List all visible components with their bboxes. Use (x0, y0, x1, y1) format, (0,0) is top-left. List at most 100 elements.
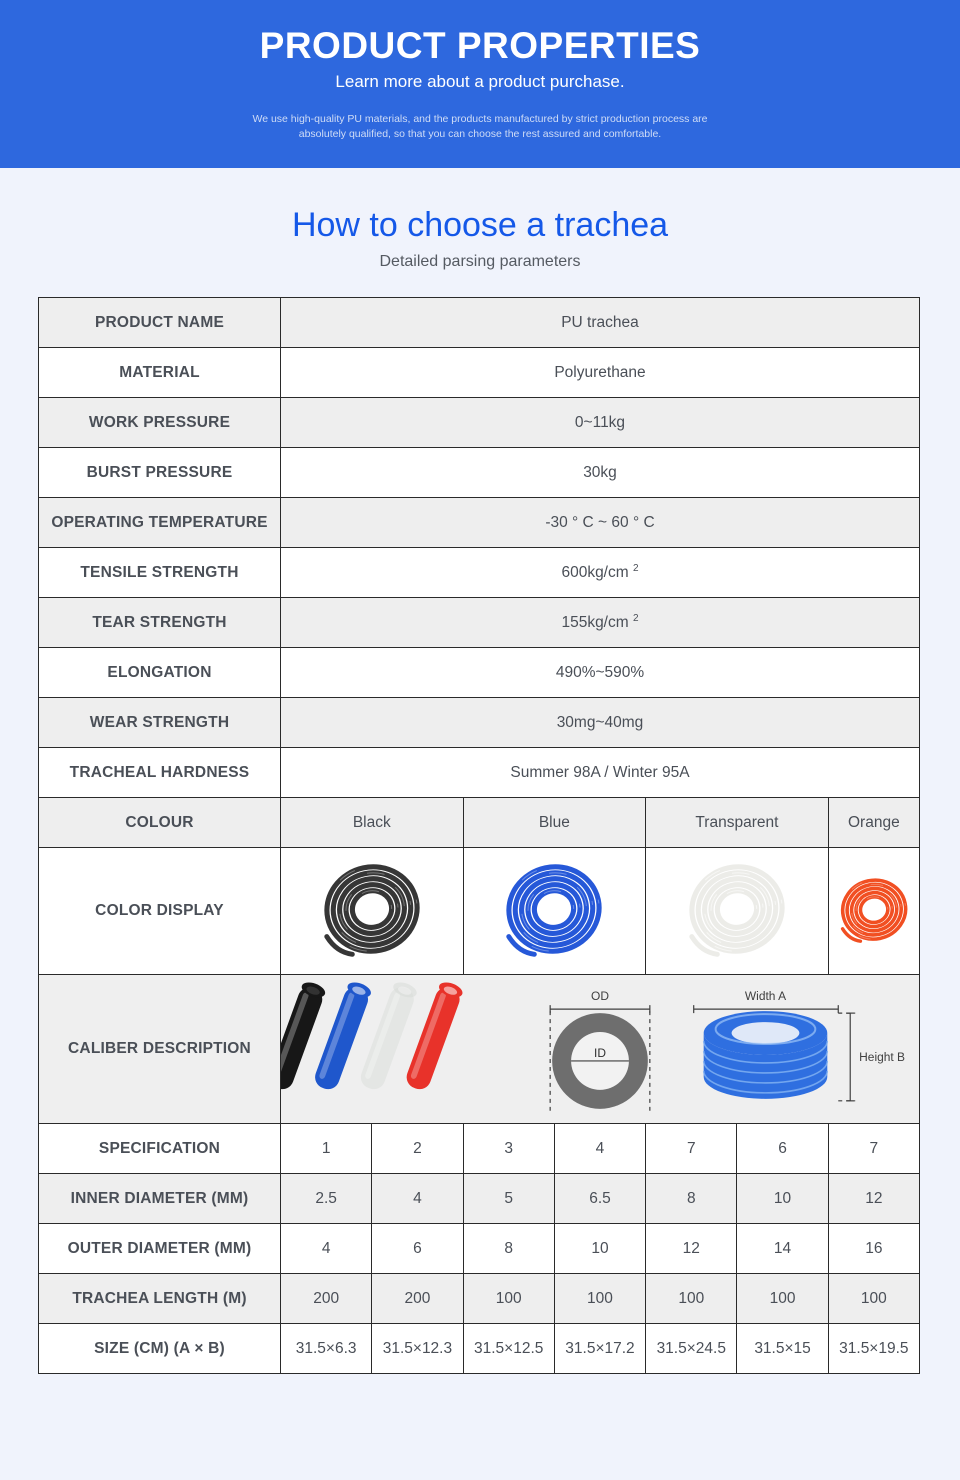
measurement-cell: 7 (827, 1123, 921, 1175)
specification-table: PRODUCT NAME PU trachea MATERIAL Polyuretha… (38, 297, 921, 1375)
measurement-cell: 4 (371, 1173, 464, 1225)
measurement-label: INNER DIAMETER (MM) (38, 1173, 281, 1225)
measurement-cell: 12 (645, 1223, 738, 1275)
table-row: OPERATING TEMPERATURE -30 ° C ~ 60 ° C (38, 497, 920, 549)
table-row: BURST PRESSURE 30kg (38, 447, 920, 499)
measurement-cell: 2 (371, 1123, 464, 1175)
measurement-label: SIZE (CM) (A × B) (38, 1323, 281, 1375)
caliber-diagram: OD ID Width A Height B (280, 974, 920, 1125)
colour-option-transparent[interactable]: Transparent (645, 797, 829, 849)
table-row: TEAR STRENGTH 155kg/cm 2 (38, 597, 920, 649)
measurement-cell: 31.5×12.3 (371, 1323, 464, 1375)
value-text: 155kg/cm (561, 614, 629, 632)
colour-option-black[interactable]: Black (280, 797, 464, 849)
value-superscript: 2 (632, 613, 639, 625)
measurement-cell: 10 (736, 1173, 829, 1225)
measurement-cell: 200 (279, 1273, 373, 1325)
property-label: TEAR STRENGTH (38, 597, 281, 649)
page-title: PRODUCT PROPERTIES (259, 25, 701, 66)
measurement-cell: 100 (645, 1273, 738, 1325)
measurement-label: TRACHEA LENGTH (M) (38, 1273, 281, 1325)
hero-banner: PRODUCT PROPERTIES Learn more about a pr… (0, 0, 960, 168)
table-row: TENSILE STRENGTH 600kg/cm 2 (38, 547, 920, 599)
width-a-label: Width A (745, 989, 786, 1003)
measurement-cell: 6 (736, 1123, 829, 1175)
table-row: OUTER DIAMETER (MM) 4 6 8 10 12 14 16 (38, 1223, 921, 1275)
table-row: INNER DIAMETER (MM) 2.5 4 5 6.5 8 10 12 (38, 1173, 921, 1225)
property-label: BURST PRESSURE (38, 447, 281, 499)
measurement-cell: 31.5×17.2 (553, 1323, 647, 1375)
caliber-label: CALIBER DESCRIPTION (38, 974, 281, 1125)
property-value: 30mg~40mg (280, 697, 920, 749)
property-value: PU trachea (280, 297, 920, 349)
property-value: Polyurethane (280, 347, 920, 399)
color-display-label: COLOR DISPLAY (38, 847, 281, 976)
measurement-label: OUTER DIAMETER (MM) (38, 1223, 281, 1275)
property-label: TRACHEAL HARDNESS (38, 747, 281, 799)
measurement-cell: 6.5 (553, 1173, 647, 1225)
measurement-cell: 14 (736, 1223, 829, 1275)
measurement-cell: 5 (462, 1173, 555, 1225)
value-text: 600kg/cm (561, 564, 629, 582)
section-subtitle: Detailed parsing parameters (379, 253, 581, 271)
color-display-row: COLOR DISPLAY (38, 847, 921, 976)
measurement-cell: 31.5×15 (736, 1323, 829, 1375)
measurement-cell: 16 (827, 1223, 921, 1275)
measurement-cell: 4 (553, 1123, 647, 1175)
section-title: How to choose a trachea (291, 206, 669, 244)
colour-option-orange[interactable]: Orange (827, 797, 921, 849)
measurement-cell: 100 (462, 1273, 555, 1325)
height-b-label: Height B (859, 1050, 905, 1064)
colour-label: COLOUR (38, 797, 281, 849)
property-label: OPERATING TEMPERATURE (38, 497, 281, 549)
property-value: 0~11kg (280, 397, 920, 449)
property-label: WORK PRESSURE (38, 397, 281, 449)
measurement-cell: 4 (279, 1223, 373, 1275)
table-row: ELONGATION 490%~590% (38, 647, 920, 699)
caliber-row: CALIBER DESCRIPTION OD ID Width A Height… (38, 974, 920, 1125)
property-value: 600kg/cm 2 (280, 547, 920, 599)
table-row: TRACHEA LENGTH (M) 200 200 100 100 100 100 100 (38, 1273, 921, 1325)
property-label: MATERIAL (38, 347, 281, 399)
property-label: WEAR STRENGTH (38, 697, 281, 749)
measurement-cell: 10 (553, 1223, 647, 1275)
measurement-cell: 31.5×19.5 (827, 1323, 921, 1375)
table-row: WEAR STRENGTH 30mg~40mg (38, 697, 920, 749)
coil-image-clear (645, 847, 829, 976)
id-label: ID (594, 1046, 606, 1060)
table-row: PRODUCT NAME PU trachea (38, 297, 920, 349)
property-label: TENSILE STRENGTH (38, 547, 281, 599)
property-value: -30 ° C ~ 60 ° C (280, 497, 920, 549)
measurement-cell: 3 (462, 1123, 555, 1175)
measurement-cell: 100 (736, 1273, 829, 1325)
value-superscript: 2 (632, 563, 639, 575)
property-value: 490%~590% (280, 647, 920, 699)
measurement-cell: 100 (553, 1273, 647, 1325)
colour-row: COLOUR Black Blue Transparent Orange (38, 797, 921, 849)
table-body: PRODUCT NAME PU trachea MATERIAL Polyuretha… (38, 297, 921, 1375)
coil-image-blue (462, 847, 647, 976)
property-label: PRODUCT NAME (38, 297, 281, 349)
measurement-cell: 31.5×12.5 (462, 1323, 555, 1375)
measurement-cell: 7 (645, 1123, 738, 1175)
table-row: SIZE (CM) (A × B) 31.5×6.3 31.5×12.3 31.5×1… (38, 1323, 921, 1375)
spec-table-wrapper: PRODUCT NAME PU trachea MATERIAL Polyuretha… (0, 271, 960, 1375)
measurement-cell: 1 (279, 1123, 373, 1175)
measurement-cell: 31.5×6.3 (279, 1323, 373, 1375)
property-value: 30kg (280, 447, 920, 499)
coil-image-black (280, 847, 464, 976)
measurement-cell: 6 (371, 1223, 464, 1275)
coil-image-orange (827, 847, 921, 976)
measurement-label: SPECIFICATION (38, 1123, 281, 1175)
colour-option-blue[interactable]: Blue (462, 797, 647, 849)
od-label: OD (591, 989, 609, 1003)
measurement-cell: 100 (827, 1273, 921, 1325)
measurement-cell: 8 (645, 1173, 738, 1225)
table-row: WORK PRESSURE 0~11kg (38, 397, 920, 449)
table-row: TRACHEAL HARDNESS Summer 98A / Winter 95A (38, 747, 920, 799)
measurement-cell: 31.5×24.5 (645, 1323, 738, 1375)
table-row: MATERIAL Polyurethane (38, 347, 920, 399)
measurement-cell: 200 (371, 1273, 464, 1325)
hero-description: We use high-quality PU materials, and th… (252, 112, 708, 140)
property-value: Summer 98A / Winter 95A (280, 747, 920, 799)
